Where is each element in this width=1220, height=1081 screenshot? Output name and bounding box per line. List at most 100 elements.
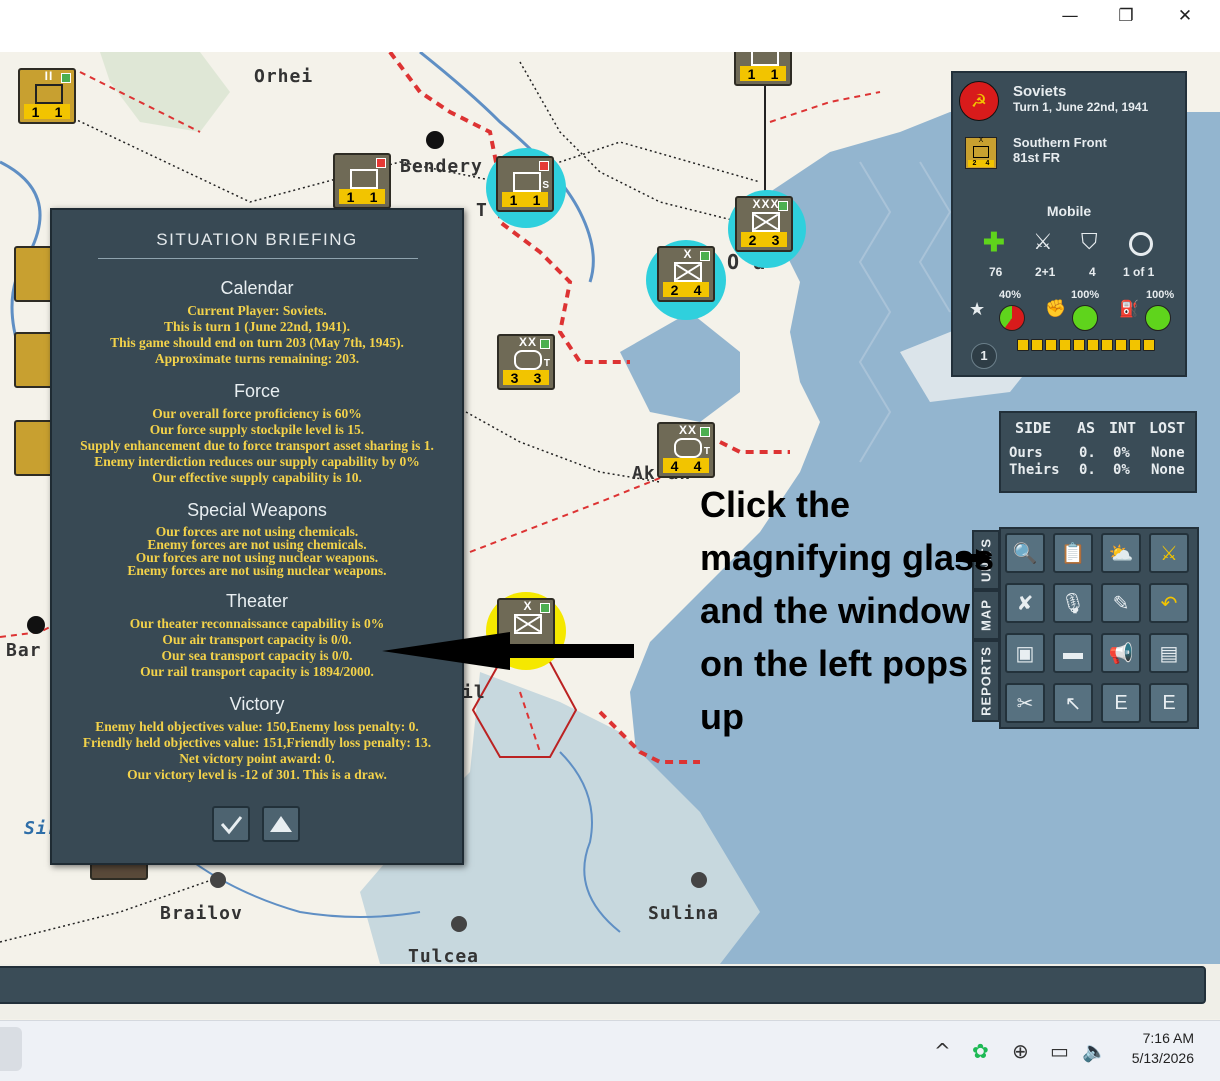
stat-strength: 76 bbox=[989, 265, 1003, 279]
briefing-line: Our effective supply capability is 10. bbox=[152, 470, 362, 485]
unit-attack: 1 bbox=[509, 191, 518, 208]
step-square bbox=[1115, 339, 1127, 351]
minimize-button[interactable]: — bbox=[1050, 6, 1090, 26]
unit-defense: 4 bbox=[693, 457, 702, 474]
table-cell: Ours bbox=[1009, 445, 1043, 461]
clock-date[interactable]: 5/13/2026 bbox=[1118, 1050, 1194, 1066]
display-icon[interactable]: ▭ bbox=[1050, 1039, 1069, 1063]
pinned-app-icon[interactable] bbox=[0, 1027, 22, 1071]
briefing-title: SITUATION BRIEFING bbox=[156, 230, 358, 249]
exit-e-button[interactable]: E bbox=[1149, 683, 1189, 723]
unit-attack: 4 bbox=[670, 457, 679, 474]
table-cell: Theirs bbox=[1009, 462, 1060, 478]
mobile-unit-icon bbox=[674, 438, 702, 458]
unit-counter[interactable]: 11 bbox=[333, 153, 391, 209]
unit-flag bbox=[700, 251, 710, 261]
turn-info: Turn 1, June 22nd, 1941 bbox=[1013, 100, 1149, 114]
briefing-line: Enemy forces are not using nuclear weapo… bbox=[127, 563, 387, 578]
unit-counter[interactable] bbox=[14, 332, 54, 388]
unit-counter[interactable] bbox=[14, 246, 54, 302]
no-attack-button[interactable]: ✘ bbox=[1005, 583, 1045, 623]
briefing-line: Our overall force proficiency is 60% bbox=[152, 406, 362, 421]
shield-icon: ⛉ bbox=[1081, 229, 1098, 254]
volume-icon[interactable]: 🔈 bbox=[1082, 1039, 1107, 1063]
unit-defense: 1 bbox=[54, 103, 63, 120]
circle-icon bbox=[1129, 232, 1153, 256]
briefing-line: Current Player: Soviets. bbox=[187, 303, 327, 318]
air-unit-icon bbox=[751, 52, 779, 66]
selected-unit-icon[interactable]: X 2 4 bbox=[965, 137, 997, 169]
unit-defense: 1 bbox=[532, 191, 541, 208]
unit-attack: 1 bbox=[747, 65, 756, 82]
unit-flag bbox=[700, 427, 710, 437]
app-tray-icon[interactable]: ✿ bbox=[972, 1039, 989, 1063]
restore-button[interactable]: ❐ bbox=[1106, 6, 1146, 26]
unit-flag bbox=[540, 339, 550, 349]
status-bar bbox=[0, 964, 1220, 1019]
no-edit-button[interactable]: ✎ bbox=[1101, 583, 1141, 623]
city-label-sulina: Sulina bbox=[648, 903, 720, 924]
section-heading: Victory bbox=[229, 694, 285, 714]
pointer-arrow-left bbox=[382, 632, 634, 670]
briefing-line: Net victory point award: 0. bbox=[179, 751, 335, 766]
undo-button[interactable]: ↶ bbox=[1149, 583, 1189, 623]
tray-overflow-icon[interactable]: ^ bbox=[934, 1039, 951, 1063]
unit-attack: 3 bbox=[510, 369, 519, 386]
crossed-swords-button[interactable]: ⚔ bbox=[1149, 533, 1189, 573]
cut-button[interactable]: ✂ bbox=[1005, 683, 1045, 723]
briefing-line: Enemy held objectives value: 150,Enemy l… bbox=[95, 719, 419, 734]
unit-counter[interactable]: II 11 bbox=[18, 68, 76, 124]
arrow-button[interactable]: ↖ bbox=[1053, 683, 1093, 723]
unit-level-badge: 1 bbox=[971, 343, 997, 369]
no-attack-icon: ✘ bbox=[1016, 592, 1034, 615]
section-heading: Theater bbox=[225, 591, 289, 611]
cut-icon: ✂ bbox=[1016, 692, 1034, 715]
unit-counter[interactable]: XXX 23 bbox=[735, 196, 793, 252]
armor-button[interactable]: ▣ bbox=[1005, 633, 1045, 673]
network-status-icon[interactable]: ⊕ bbox=[1012, 1039, 1029, 1063]
confirm-button[interactable] bbox=[212, 806, 250, 842]
unit-counter[interactable]: X 24 bbox=[657, 246, 715, 302]
briefing-special-weapons-section: Special Weapons Our forces are not using… bbox=[52, 500, 462, 577]
stat-attack: 2+1 bbox=[1035, 265, 1056, 279]
crossed-swords-icon: ⚔ bbox=[1160, 542, 1178, 565]
clock-time[interactable]: 7:16 AM bbox=[1130, 1030, 1194, 1046]
briefing-line: Approximate turns remaining: 203. bbox=[154, 351, 360, 366]
supply-indicator bbox=[1145, 305, 1171, 331]
tank-button[interactable]: ▬ bbox=[1053, 633, 1093, 673]
unit-counter[interactable]: XX T 44 bbox=[657, 422, 715, 478]
microphone-button[interactable]: 🎙 bbox=[1053, 583, 1093, 623]
close-button[interactable]: ✕ bbox=[1165, 6, 1205, 26]
unit-counter[interactable] bbox=[14, 420, 54, 476]
city-label-brailov: Brailov bbox=[160, 903, 243, 924]
unit-counter[interactable]: 11 bbox=[734, 52, 792, 86]
mobile-unit-icon bbox=[514, 350, 542, 370]
clipboard-button[interactable]: 📋 bbox=[1053, 533, 1093, 573]
megaphone-icon: 📢 bbox=[1108, 642, 1134, 665]
unit-counter[interactable]: S 11 bbox=[496, 156, 554, 212]
collapse-button[interactable] bbox=[262, 806, 300, 842]
unit-attack: 2 bbox=[972, 160, 977, 167]
unit-counter[interactable]: XX T 33 bbox=[497, 334, 555, 390]
briefing-victory-section: Victory Enemy held objectives value: 150… bbox=[52, 694, 462, 783]
supply-plus-icon: ✚ bbox=[983, 227, 1005, 257]
column-header: INT bbox=[1109, 419, 1137, 437]
step-square bbox=[1031, 339, 1043, 351]
unit-defense: 3 bbox=[771, 231, 780, 248]
section-heading: Calendar bbox=[220, 278, 294, 298]
view-button[interactable]: ▤ bbox=[1149, 633, 1189, 673]
proficiency-percent: 40% bbox=[999, 289, 1022, 301]
magnifier-button[interactable]: 🔍 bbox=[1005, 533, 1045, 573]
weather-button[interactable]: ⛅ bbox=[1101, 533, 1141, 573]
infantry-icon bbox=[752, 212, 780, 232]
unit-defense: 4 bbox=[693, 281, 702, 298]
unit-defense: 1 bbox=[369, 188, 378, 205]
section-heading: Force bbox=[233, 381, 280, 401]
unit-flag bbox=[376, 158, 386, 168]
unit-defense: 3 bbox=[533, 369, 542, 386]
loss-table: SIDE AS INT LOST Ours 0. 0% None Theirs … bbox=[999, 411, 1197, 493]
megaphone-button[interactable]: 📢 bbox=[1101, 633, 1141, 673]
grid-e-button[interactable]: E bbox=[1101, 683, 1141, 723]
unit-name: 81st FR bbox=[1013, 150, 1060, 165]
crossed-swords-icon: ⚔ bbox=[1033, 229, 1053, 254]
